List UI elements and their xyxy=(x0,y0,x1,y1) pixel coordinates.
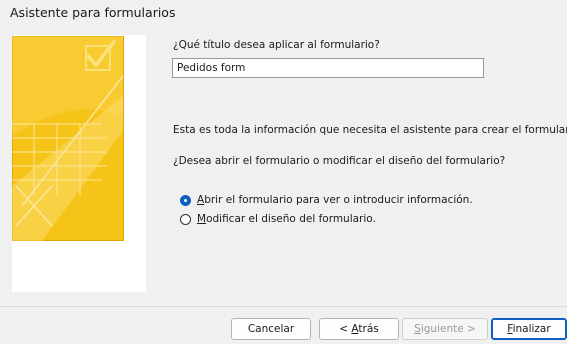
next-button[interactable]: Siguiente > xyxy=(402,318,488,340)
form-title-input[interactable] xyxy=(172,58,484,78)
radio-unselected-indicator[interactable] xyxy=(180,213,191,225)
info-text: Esta es toda la información que necesita… xyxy=(173,124,567,136)
radio-open-form-label: Abrir el formulario para ver o introduci… xyxy=(197,194,473,206)
radio-open-form[interactable]: Abrir el formulario para ver o introduci… xyxy=(180,194,473,206)
back-button[interactable]: < Atrás xyxy=(319,318,399,340)
radio-modify-design[interactable]: Modificar el diseño del formulario. xyxy=(180,213,376,225)
finish-button[interactable]: Finalizar xyxy=(491,318,567,340)
side-panel xyxy=(12,35,146,292)
cancel-button[interactable]: Cancelar xyxy=(231,318,311,340)
title-prompt-label: ¿Qué título desea aplicar al formulario? xyxy=(173,39,380,51)
radio-modify-design-label: Modificar el diseño del formulario. xyxy=(197,213,376,225)
footer-divider xyxy=(0,306,567,307)
next-button-label: Siguiente > xyxy=(414,323,476,335)
question-label: ¿Desea abrir el formulario o modificar e… xyxy=(173,155,506,167)
back-button-label: < Atrás xyxy=(339,323,379,335)
finish-button-label: Finalizar xyxy=(507,323,551,335)
radio-selected-indicator[interactable] xyxy=(180,194,191,206)
form-wizard-illustration xyxy=(12,36,124,241)
dialog-title: Asistente para formularios xyxy=(10,5,176,20)
